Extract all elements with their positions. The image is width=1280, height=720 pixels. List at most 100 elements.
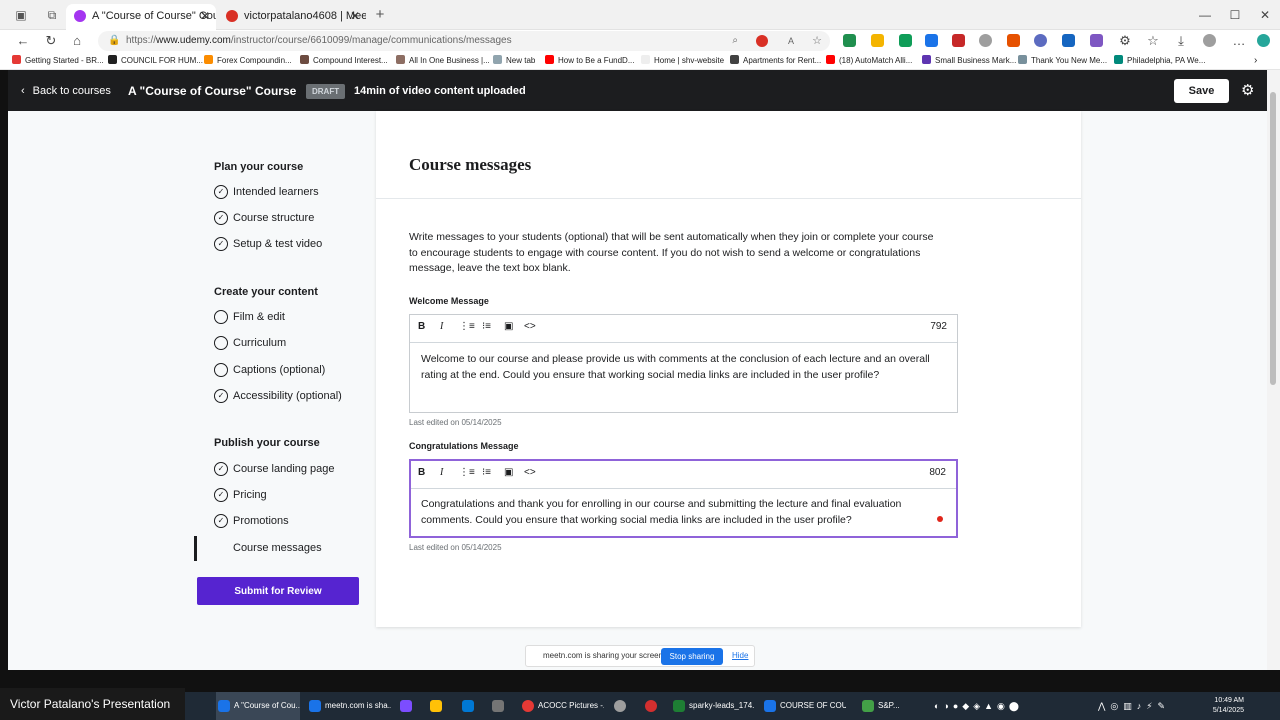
bookmark-item[interactable]: How to Be a FundD...: [545, 52, 634, 69]
bookmark-item[interactable]: All In One Business |...: [396, 52, 490, 69]
taskbar-item[interactable]: ACOCC Pictures -...: [520, 692, 604, 720]
stop-sharing-button[interactable]: Stop sharing: [661, 648, 723, 665]
extension-icon[interactable]: [979, 34, 992, 47]
bookmark-item[interactable]: Compound Interest...: [300, 52, 388, 69]
congratulations-message-editor[interactable]: B I ⋮≡ ⁝≡ ▣ <> 802 Congratulations and t…: [409, 459, 958, 538]
sidebar-item-course-landing-page[interactable]: ✓ Course landing page: [214, 460, 335, 478]
more-menu-icon[interactable]: …: [1230, 32, 1248, 50]
sidebar-item-film-edit[interactable]: Film & edit: [214, 308, 285, 326]
bookmark-item[interactable]: Thank You New Me...: [1018, 52, 1107, 69]
extension-icon[interactable]: [843, 34, 856, 47]
file-explorer-icon[interactable]: [428, 692, 448, 720]
taskbar-item[interactable]: COURSE OF COU...: [762, 692, 846, 720]
copilot-icon[interactable]: [1257, 34, 1270, 47]
sidebar-item-accessibility[interactable]: ✓ Accessibility (optional): [214, 387, 342, 405]
favorites-icon[interactable]: ☆: [1144, 32, 1162, 50]
sidebar-item-promotions[interactable]: ✓ Promotions: [214, 512, 289, 530]
sidebar-item-setup-test-video[interactable]: ✓ Setup & test video: [214, 235, 322, 253]
system-clock[interactable]: 10:49 AM 5/14/2025: [1213, 696, 1244, 716]
scrollbar-thumb[interactable]: [1270, 92, 1276, 385]
tray-status-icons[interactable]: ⋀◎▥♪⚡✎: [1080, 692, 1180, 720]
home-icon[interactable]: ⌂: [68, 32, 86, 50]
bookmark-item[interactable]: Apartments for Rent...: [730, 52, 821, 69]
congratulations-message-text[interactable]: Congratulations and thank you for enroll…: [421, 497, 946, 528]
sidebar-item-course-structure[interactable]: ✓ Course structure: [214, 209, 314, 227]
extension-icon[interactable]: [1007, 34, 1020, 47]
back-to-courses-link[interactable]: ‹ Back to courses: [21, 70, 111, 112]
extension-badge-icon[interactable]: [756, 35, 768, 47]
extension-icon[interactable]: [1034, 34, 1047, 47]
numbered-list-icon[interactable]: ⋮≡: [459, 321, 475, 332]
bookmark-item[interactable]: Getting Started - BR...: [12, 52, 104, 69]
favorite-star-icon[interactable]: ☆: [812, 31, 822, 51]
new-tab-button[interactable]: +: [372, 7, 388, 23]
image-icon[interactable]: ▣: [504, 467, 513, 478]
read-aloud-icon[interactable]: A: [788, 31, 794, 51]
gear-icon[interactable]: ⚙: [1241, 82, 1254, 99]
extension-icon[interactable]: [1062, 34, 1075, 47]
image-icon[interactable]: ▣: [504, 321, 513, 332]
italic-icon[interactable]: I: [440, 321, 443, 332]
bookmark-item[interactable]: (18) AutoMatch Alli...: [826, 52, 912, 69]
copilot-taskbar-icon[interactable]: [398, 692, 418, 720]
close-tab-icon[interactable]: ✕: [350, 4, 360, 28]
numbered-list-icon[interactable]: ⋮≡: [459, 467, 475, 478]
sidebar-toggle-icon[interactable]: ▣: [13, 7, 29, 23]
italic-icon[interactable]: I: [440, 467, 443, 478]
calculator-icon[interactable]: [490, 692, 510, 720]
bookmark-item[interactable]: COUNCIL FOR HUM...: [108, 52, 203, 69]
tab-udemy[interactable]: A "Course of Course" Course | Ud ✕: [66, 4, 216, 30]
sidebar-item-curriculum[interactable]: Curriculum: [214, 334, 286, 352]
bold-icon[interactable]: B: [418, 321, 425, 332]
extension-icon[interactable]: [952, 34, 965, 47]
sidebar-item-pricing[interactable]: ✓ Pricing: [214, 486, 267, 504]
intro-text: Write messages to your students (optiona…: [409, 231, 934, 274]
code-icon[interactable]: <>: [524, 467, 536, 478]
taskbar-item[interactable]: sparky-leads_174...: [671, 692, 755, 720]
welcome-message-editor[interactable]: B I ⋮≡ ⁝≡ ▣ <> 792 Welcome to our course…: [409, 314, 958, 413]
minimize-icon[interactable]: —: [1190, 8, 1220, 22]
bookmark-item[interactable]: Home | shv-website: [641, 52, 724, 69]
extensions-puzzle-icon[interactable]: ⚙: [1116, 32, 1134, 50]
extension-icon[interactable]: [871, 34, 884, 47]
bookmark-item[interactable]: New tab: [493, 52, 535, 69]
sidebar-item-captions[interactable]: Captions (optional): [214, 361, 325, 379]
outlook-icon[interactable]: [460, 692, 480, 720]
zoom-icon[interactable]: ⌕: [732, 31, 738, 51]
close-window-icon[interactable]: ✕: [1250, 8, 1280, 22]
bookmarks-overflow-icon[interactable]: ›: [1254, 52, 1257, 69]
tab-meetn[interactable]: victorpatalano4608 | Meetn ✕: [218, 4, 366, 30]
maximize-icon[interactable]: ☐: [1220, 8, 1250, 22]
bookmark-item[interactable]: Forex Compoundin...: [204, 52, 292, 69]
bookmark-favicon-icon: [1018, 55, 1027, 64]
sidebar-item-course-messages[interactable]: Course messages: [214, 539, 322, 557]
back-arrow-icon[interactable]: ←: [14, 32, 32, 50]
page-scrollbar[interactable]: [1267, 70, 1280, 670]
bookmark-item[interactable]: Small Business Mark...: [922, 52, 1016, 69]
welcome-message-text[interactable]: Welcome to our course and please provide…: [421, 352, 946, 383]
submit-for-review-button[interactable]: Submit for Review: [197, 577, 359, 605]
hide-link[interactable]: Hide: [732, 646, 748, 666]
workspaces-icon[interactable]: ⧉: [44, 7, 60, 23]
save-button[interactable]: Save: [1174, 79, 1229, 103]
taskbar-item[interactable]: meetn.com is sha...: [307, 692, 391, 720]
extension-icon[interactable]: [1090, 34, 1103, 47]
code-icon[interactable]: <>: [524, 321, 536, 332]
bold-icon[interactable]: B: [418, 467, 425, 478]
bullet-list-icon[interactable]: ⁝≡: [482, 467, 491, 478]
dell-icon[interactable]: [612, 692, 632, 720]
opera-icon[interactable]: [643, 692, 663, 720]
downloads-icon[interactable]: ⤓: [1172, 32, 1190, 50]
taskbar-item[interactable]: A "Course of Cou...: [216, 692, 300, 720]
extension-icon[interactable]: [899, 34, 912, 47]
bullet-list-icon[interactable]: ⁝≡: [482, 321, 491, 332]
close-tab-icon[interactable]: ✕: [200, 4, 210, 28]
refresh-icon[interactable]: ↻: [42, 32, 60, 50]
extension-icon[interactable]: [925, 34, 938, 47]
sidebar-item-intended-learners[interactable]: ✓ Intended learners: [214, 183, 319, 201]
address-bar[interactable]: 🔒 https://www.udemy.com/instructor/cours…: [98, 31, 830, 51]
system-tray-icons[interactable]: ◐◑●◆◈▲◉⬤: [916, 692, 1066, 720]
profile-avatar-icon[interactable]: [1203, 34, 1216, 47]
taskbar-item[interactable]: S&P...: [860, 692, 910, 720]
bookmark-item[interactable]: Philadelphia, PA We...: [1114, 52, 1205, 69]
